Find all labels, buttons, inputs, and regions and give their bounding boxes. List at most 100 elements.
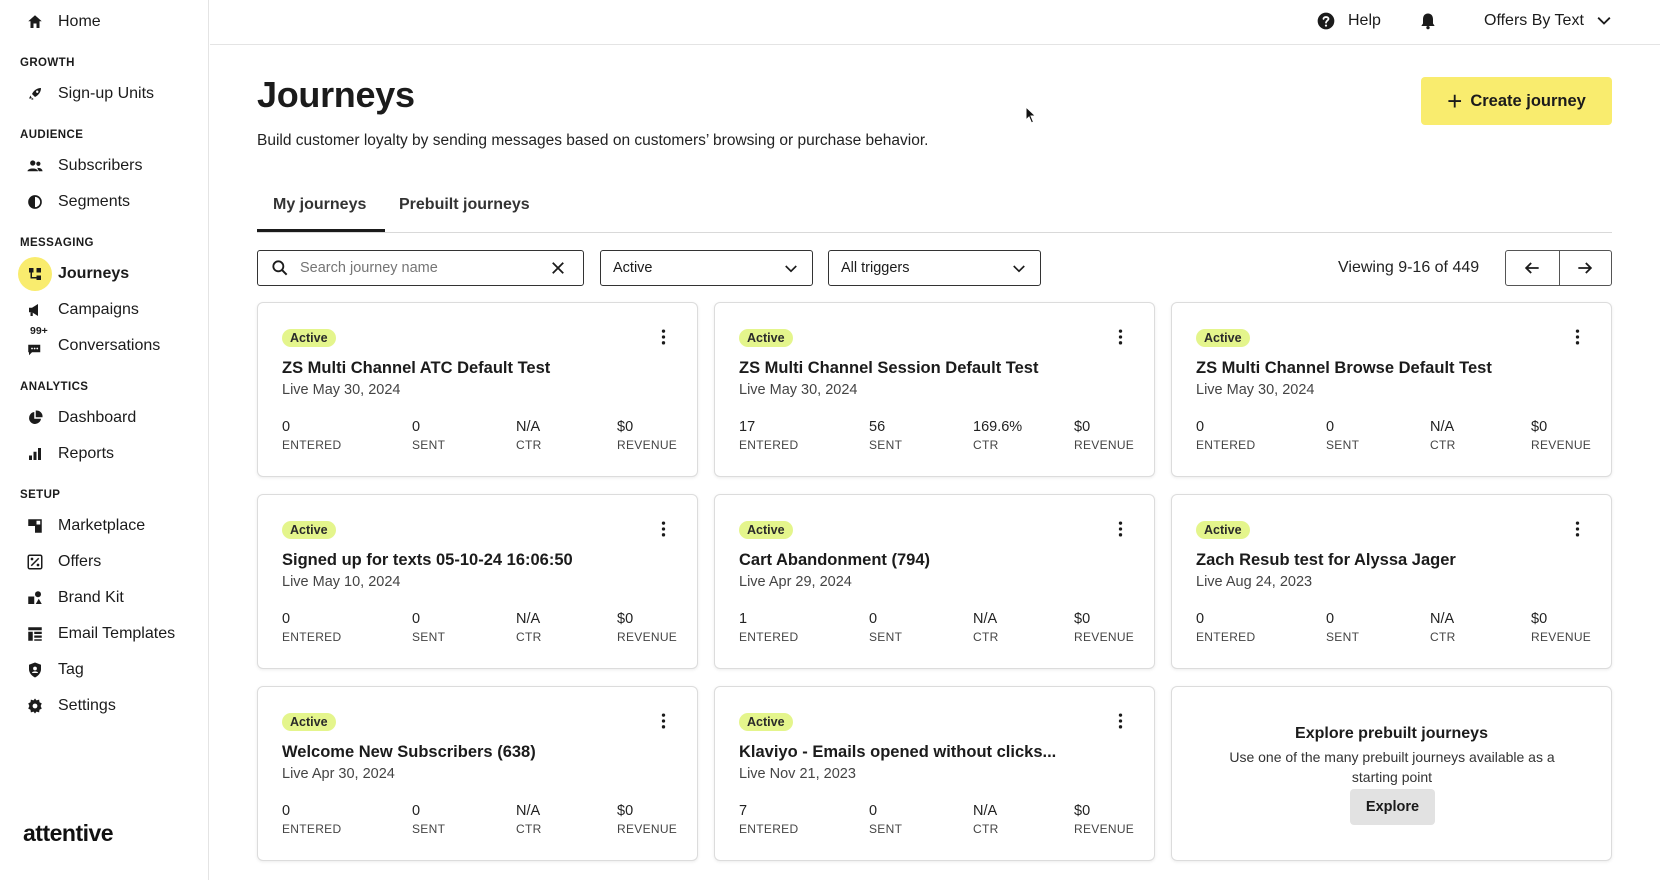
journey-card[interactable]: Active Welcome New Subscribers (638) Live … — [257, 686, 698, 861]
stat-value: 7 — [739, 803, 748, 819]
template-icon — [18, 617, 52, 651]
explore-button[interactable]: Explore — [1350, 789, 1435, 825]
journey-card[interactable]: Active Klaviyo - Emails opened without cl… — [714, 686, 1155, 861]
sidebar-item-tag[interactable]: Tag — [18, 653, 203, 687]
journey-stat: 17 ENTERED — [739, 419, 798, 452]
stat-value: 0 — [1326, 611, 1335, 627]
journey-card[interactable]: Active Cart Abandonment (794) Live Apr 29,… — [714, 494, 1155, 669]
triggers-dropdown[interactable]: All triggers — [828, 250, 1041, 286]
more-options-button[interactable] — [653, 325, 673, 349]
sidebar-item-email-templates[interactable]: Email Templates — [18, 617, 203, 651]
sidebar-item-signup-units[interactable]: Sign-up Units — [18, 77, 203, 111]
sidebar-item-dashboard[interactable]: Dashboard — [18, 401, 203, 435]
mouse-cursor-icon — [1025, 106, 1037, 124]
sidebar-item-label: Dashboard — [58, 409, 137, 426]
stat-label: REVENUE — [617, 822, 678, 836]
status-badge: Active — [1196, 521, 1250, 539]
stat-label: CTR — [973, 822, 999, 836]
status-badge: Active — [282, 329, 336, 347]
journey-card[interactable]: Active ZS Multi Channel ATC Default Test L… — [257, 302, 698, 477]
more-options-button[interactable] — [1110, 325, 1130, 349]
stat-label: REVENUE — [1531, 630, 1592, 644]
create-journey-button[interactable]: + Create journey — [1421, 77, 1612, 125]
account-menu[interactable]: Offers By Text — [1484, 0, 1614, 42]
kebab-icon — [1118, 329, 1122, 345]
more-options-button[interactable] — [1567, 325, 1587, 349]
stat-label: REVENUE — [1074, 438, 1135, 452]
journey-stat: 0 SENT — [1326, 419, 1359, 452]
sidebar-item-home[interactable]: Home — [18, 5, 203, 39]
sidebar-item-segments[interactable]: Segments — [18, 185, 203, 219]
kebab-icon — [1118, 521, 1122, 537]
journey-card[interactable]: Active Zach Resub test for Alyssa Jager Li… — [1171, 494, 1612, 669]
stat-value: 0 — [412, 611, 421, 627]
sidebar-item-label: Conversations — [58, 337, 161, 354]
unread-badge: 99+ — [30, 325, 48, 337]
sidebar-item-label: Journeys — [58, 265, 130, 282]
status-badge: Active — [739, 329, 793, 347]
sidebar-item-label: Email Templates — [58, 625, 176, 642]
shield-icon — [18, 653, 52, 687]
stat-value: 0 — [1196, 419, 1205, 435]
sidebar-item-campaigns[interactable]: Campaigns — [18, 293, 203, 327]
stat-label: REVENUE — [1074, 822, 1135, 836]
journey-card[interactable]: Active ZS Multi Channel Session Default T… — [714, 302, 1155, 477]
sidebar-item-offers[interactable]: Offers — [18, 545, 203, 579]
journey-card[interactable]: Active ZS Multi Channel Browse Default Te… — [1171, 302, 1612, 477]
top-bar — [210, 0, 1660, 45]
sidebar-item-subscribers[interactable]: Subscribers — [18, 149, 203, 183]
journey-stat: $0 REVENUE — [1074, 611, 1134, 644]
sidebar-item-label: Home — [58, 13, 101, 30]
next-page-button[interactable] — [1558, 251, 1612, 285]
more-options-button[interactable] — [1110, 709, 1130, 733]
help-label: Help — [1348, 12, 1381, 29]
journey-live-date: Live Aug 24, 2023 — [1196, 574, 1313, 590]
clear-icon[interactable] — [549, 259, 567, 277]
stat-value: $0 — [1531, 611, 1548, 627]
stat-label: ENTERED — [282, 822, 342, 836]
triggers-dropdown-value: All triggers — [841, 260, 910, 276]
stat-label: ENTERED — [739, 822, 799, 836]
journey-name: ZS Multi Channel Browse Default Test — [1196, 359, 1492, 377]
stat-label: SENT — [412, 438, 446, 452]
stat-label: REVENUE — [1074, 630, 1135, 644]
kebab-icon — [661, 329, 665, 345]
status-badge: Active — [282, 713, 336, 731]
journey-name: Zach Resub test for Alyssa Jager — [1196, 551, 1456, 569]
stat-value: $0 — [1074, 419, 1091, 435]
status-dropdown[interactable]: Active — [600, 250, 813, 286]
chat-icon: 99+ — [18, 325, 52, 363]
shapes-icon — [18, 581, 52, 615]
tab-my-journeys[interactable]: My journeys — [273, 196, 366, 214]
tab-prebuilt-journeys[interactable]: Prebuilt journeys — [399, 196, 530, 214]
prev-page-button[interactable] — [1506, 251, 1559, 285]
sidebar-item-conversations[interactable]: 99+ Conversations — [18, 325, 203, 363]
journey-live-date: Live May 10, 2024 — [282, 574, 401, 590]
sidebar-item-reports[interactable]: Reports — [18, 437, 203, 471]
sidebar-item-brand-kit[interactable]: Brand Kit — [18, 581, 203, 615]
kebab-icon — [1575, 329, 1579, 345]
notifications-button[interactable] — [1418, 0, 1438, 42]
journey-stat: $0 REVENUE — [617, 611, 677, 644]
stat-label: CTR — [516, 438, 542, 452]
sidebar-item-settings[interactable]: Settings — [18, 689, 203, 723]
stat-label: CTR — [516, 822, 542, 836]
journey-name: Cart Abandonment (794) — [739, 551, 930, 569]
journey-card[interactable]: Active Signed up for texts 05-10-24 16:06… — [257, 494, 698, 669]
more-options-button[interactable] — [1567, 517, 1587, 541]
more-options-button[interactable] — [653, 517, 673, 541]
journey-stat: N/A CTR — [1430, 611, 1456, 644]
stat-label: SENT — [869, 630, 903, 644]
users-icon — [18, 149, 52, 183]
journey-live-date: Live Apr 30, 2024 — [282, 766, 395, 782]
stat-label: ENTERED — [282, 630, 342, 644]
more-options-button[interactable] — [1110, 517, 1130, 541]
more-options-button[interactable] — [653, 709, 673, 733]
search-input[interactable] — [300, 260, 530, 276]
journey-stat: N/A CTR — [516, 419, 542, 452]
explore-title: Explore prebuilt journeys — [1295, 725, 1488, 742]
stat-label: ENTERED — [1196, 630, 1256, 644]
sidebar-item-journeys[interactable]: Journeys — [18, 257, 203, 291]
sidebar-item-marketplace[interactable]: Marketplace — [18, 509, 203, 543]
help-button[interactable]: Help — [1316, 0, 1381, 42]
